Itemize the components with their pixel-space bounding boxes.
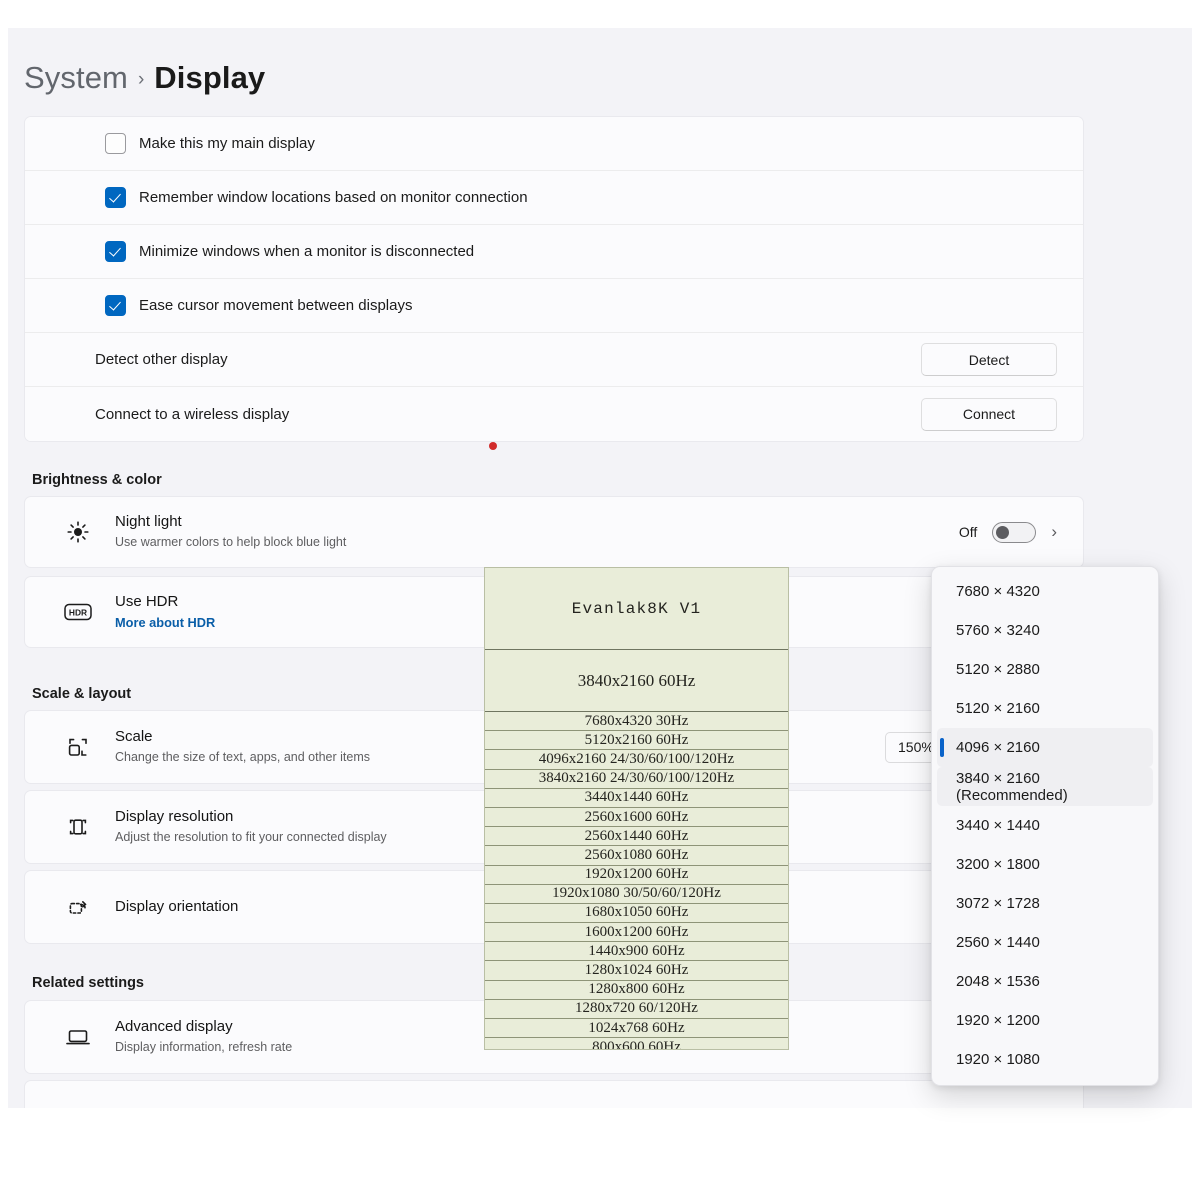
display-options-card: Make this my main display Remember windo… [24,116,1084,442]
resolution-option[interactable]: 3840 × 2160 (Recommended) [937,767,1153,806]
osd-mode-item: 3440x1440 60Hz [485,789,788,808]
checkbox-ease-cursor-movement[interactable] [105,295,126,316]
night-light-row[interactable]: Night light Use warmer colors to help bl… [24,496,1084,568]
resolution-option[interactable]: 5120 × 2160 [937,689,1153,728]
night-light-toggle[interactable] [992,522,1036,543]
row-remember-window-locations[interactable]: Remember window locations based on monit… [25,171,1083,225]
checkbox-minimize-windows[interactable] [105,241,126,262]
orientation-icon [61,895,95,919]
page-title: Display [154,60,265,96]
screen: System › Display Make this my main displ… [0,0,1200,1200]
monitor-icon [61,1026,95,1048]
brightness-icon [61,520,95,544]
resolution-option[interactable]: 2560 × 1440 [937,923,1153,962]
osd-mode-item: 2560x1080 60Hz [485,846,788,865]
label-make-main-display: Make this my main display [139,135,315,152]
osd-mode-item: 1440x900 60Hz [485,942,788,961]
breadcrumb-system[interactable]: System [24,60,128,96]
resolution-option-list: 7680 × 43205760 × 32405120 × 28805120 × … [937,572,1153,1079]
osd-mode-item: 1920x1080 30/50/60/120Hz [485,885,788,904]
resolution-option[interactable]: 5120 × 2880 [937,650,1153,689]
resolution-option[interactable]: 4096 × 2160 [937,728,1153,767]
chevron-right-icon: › [138,69,144,91]
osd-device-name: Evanlak8K V1 [485,568,788,650]
osd-mode-item: 1680x1050 60Hz [485,904,788,923]
svg-text:HDR: HDR [69,608,87,618]
label-detect-other-display: Detect other display [95,351,228,368]
detect-button[interactable]: Detect [921,343,1057,376]
night-light-text: Night light Use warmer colors to help bl… [115,512,959,552]
osd-mode-item: 800x600 60Hz [485,1038,788,1050]
section-title-brightness: Brightness & color [32,472,162,488]
osd-mode-item: 1280x800 60Hz [485,981,788,1000]
osd-mode-list: 7680x4320 30Hz5120x2160 60Hz4096x2160 24… [485,712,788,1050]
resolution-option[interactable]: 1920 × 1080 [937,1040,1153,1079]
connect-button[interactable]: Connect [921,398,1057,431]
osd-mode-item: 1280x1024 60Hz [485,961,788,980]
osd-mode-item: 1600x1200 60Hz [485,923,788,942]
label-connect-wireless-display: Connect to a wireless display [95,406,289,423]
night-light-subtitle: Use warmer colors to help block blue lig… [115,534,959,552]
row-detect-other-display: Detect other display Detect [25,333,1083,387]
resolution-option[interactable]: 5760 × 3240 [937,611,1153,650]
more-about-hdr-link[interactable]: More about HDR [115,615,215,630]
section-title-scale-layout: Scale & layout [32,686,131,702]
night-light-title: Night light [115,512,959,532]
row-minimize-windows[interactable]: Minimize windows when a monitor is disco… [25,225,1083,279]
checkbox-remember-window-locations[interactable] [105,187,126,208]
checkbox-make-main-display[interactable] [105,133,126,154]
resolution-option[interactable]: 7680 × 4320 [937,572,1153,611]
resolution-option[interactable]: 3072 × 1728 [937,884,1153,923]
osd-mode-item: 1920x1200 60Hz [485,866,788,885]
toggle-knob [996,526,1009,539]
osd-mode-item: 2560x1600 60Hz [485,808,788,827]
resolution-dropdown-flyout: 7680 × 43205760 × 32405120 × 28805120 × … [931,566,1159,1086]
osd-current-mode: 3840x2160 60Hz [485,650,788,712]
resolution-option[interactable]: 1920 × 1200 [937,1001,1153,1040]
cursor-marker-dot [489,442,497,450]
resolution-option[interactable]: 3200 × 1800 [937,845,1153,884]
osd-mode-item: 5120x2160 60Hz [485,731,788,750]
osd-mode-item: 3840x2160 24/30/60/100/120Hz [485,770,788,789]
osd-mode-item: 7680x4320 30Hz [485,712,788,731]
label-minimize-windows: Minimize windows when a monitor is disco… [139,243,474,260]
monitor-osd-overlay: Evanlak8K V1 3840x2160 60Hz 7680x4320 30… [484,567,789,1050]
section-title-related: Related settings [32,975,144,991]
night-light-controls: Off › [959,522,1057,543]
breadcrumb: System › Display [24,60,265,96]
osd-mode-item: 2560x1440 60Hz [485,827,788,846]
resolution-option[interactable]: 2048 × 1536 [937,962,1153,1001]
row-connect-wireless-display: Connect to a wireless display Connect [25,387,1083,441]
resolution-option[interactable]: 3440 × 1440 [937,806,1153,845]
osd-mode-item: 1280x720 60/120Hz [485,1000,788,1019]
resolution-icon [61,815,95,839]
label-ease-cursor-movement: Ease cursor movement between displays [139,297,412,314]
chevron-right-icon[interactable]: › [1051,522,1057,542]
label-remember-window-locations: Remember window locations based on monit… [139,189,528,206]
osd-mode-item: 4096x2160 24/30/60/100/120Hz [485,750,788,769]
row-ease-cursor-movement[interactable]: Ease cursor movement between displays [25,279,1083,333]
next-settings-row-partial[interactable] [24,1080,1084,1108]
night-light-state-label: Off [959,524,977,540]
row-make-main-display[interactable]: Make this my main display [25,117,1083,171]
scale-icon [61,735,95,759]
osd-mode-item: 1024x768 60Hz [485,1019,788,1038]
hdr-icon: HDR [61,602,95,622]
